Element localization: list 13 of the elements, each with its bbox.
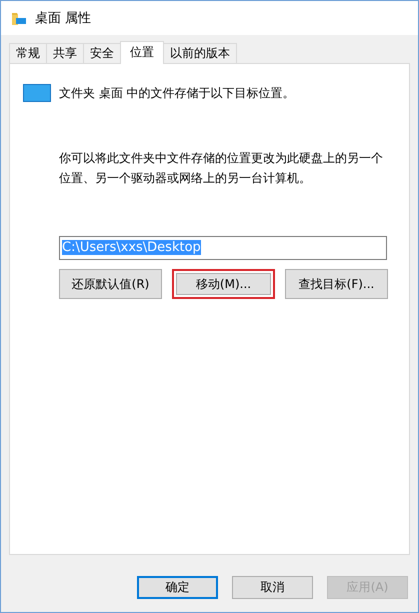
description-text: 你可以将此文件夹中文件存储的位置更改为此硬盘上的另一个位置、另一个驱动器或网络上的另一台计算机。 <box>59 150 384 187</box>
window-title: 桌面 属性 <box>35 10 92 27</box>
dialog-button[interactable]: 取消 <box>232 576 313 599</box>
dialog-button[interactable]: 确定 <box>137 576 218 599</box>
action-button[interactable]: 查找目标(F)... <box>285 269 388 299</box>
desktop-icon <box>23 84 51 102</box>
folder-icon <box>11 10 27 26</box>
tab[interactable]: 常规 <box>9 43 47 63</box>
action-button[interactable]: 还原默认值(R) <box>59 269 162 299</box>
action-button[interactable]: 移动(M)... <box>172 269 275 299</box>
tab[interactable]: 位置 <box>120 41 164 64</box>
location-heading: 文件夹 桌面 中的文件存储于以下目标位置。 <box>59 84 295 102</box>
tab[interactable]: 以前的版本 <box>163 43 237 63</box>
